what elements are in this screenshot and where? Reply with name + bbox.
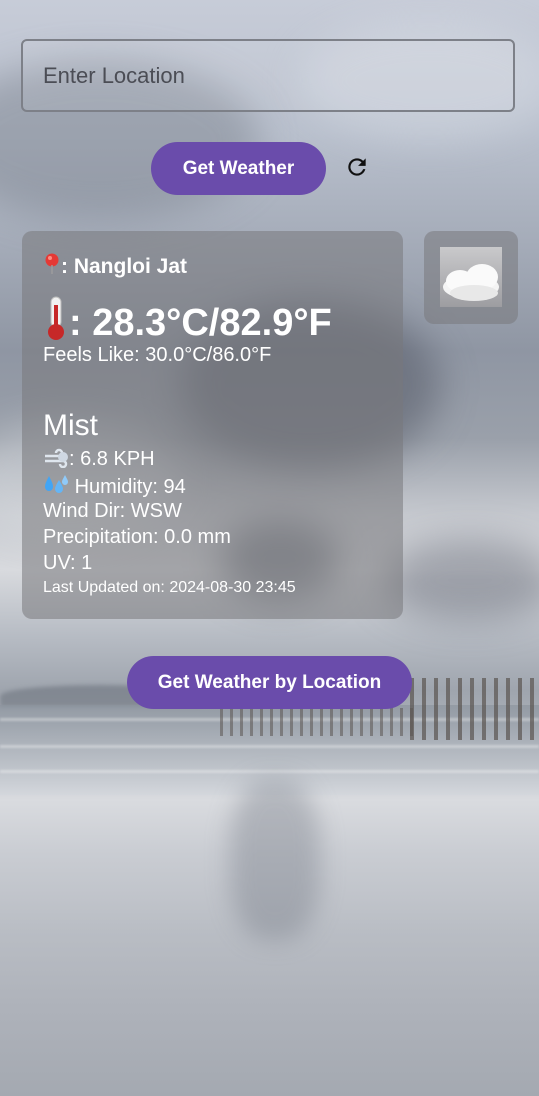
get-weather-button[interactable]: Get Weather: [151, 142, 326, 195]
feels-like: Feels Like: 30.0°C/86.0°F: [43, 344, 272, 366]
humidity-row: Humidity: 94: [43, 474, 186, 499]
droplets-icon: [45, 475, 68, 493]
condition-text: Mist: [43, 409, 98, 442]
location-row: : Nangloi Jat: [43, 253, 187, 279]
location-input[interactable]: Enter Location: [21, 39, 515, 112]
location-input-placeholder: Enter Location: [43, 62, 185, 88]
thermometer-icon: [48, 296, 64, 340]
wind-direction: Wind Dir: WSW: [43, 500, 182, 522]
temperature-value: : 28.3°C/82.9°F: [69, 302, 332, 344]
condition-icon-box: [424, 231, 518, 324]
refresh-icon[interactable]: [344, 154, 370, 180]
wind-icon: [45, 448, 68, 469]
wind-row: : 6.8 KPH: [43, 448, 155, 471]
precipitation: Precipitation: 0.0 mm: [43, 526, 231, 548]
wind-speed: : 6.8 KPH: [69, 448, 155, 470]
mist-cloud-icon: [440, 247, 502, 307]
location-pin-icon: [45, 253, 59, 274]
last-updated: Last Updated on: 2024-08-30 23:45: [43, 579, 296, 596]
uv-index: UV: 1: [43, 552, 93, 574]
get-weather-by-location-button[interactable]: Get Weather by Location: [127, 656, 412, 709]
location-name: : Nangloi Jat: [61, 255, 188, 278]
temperature-row: : 28.3°C/82.9°F: [43, 295, 332, 345]
humidity-value: Humidity: 94: [74, 476, 186, 498]
weather-card: : Nangloi Jat : 28.3°C/82.9°F Feels Like…: [22, 231, 403, 619]
